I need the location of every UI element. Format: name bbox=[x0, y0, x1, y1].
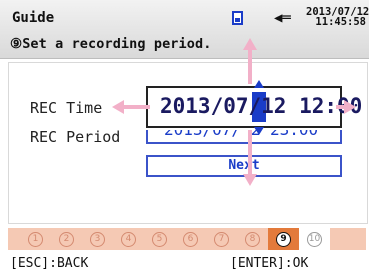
step-number: 4 bbox=[121, 231, 136, 247]
decrement-icon[interactable] bbox=[254, 127, 264, 135]
step-number: 9 bbox=[276, 231, 291, 247]
arrow-left-icon bbox=[112, 100, 124, 114]
step-number: 1 bbox=[28, 231, 43, 247]
rec-time-value: 2013/07/12 12:00 bbox=[160, 94, 363, 118]
step-instruction: ⑨Set a recording period. bbox=[10, 36, 212, 52]
step-item: 1 bbox=[20, 228, 51, 250]
ac-plug-icon: ◀═ bbox=[274, 10, 291, 26]
arrow-up-icon bbox=[243, 38, 257, 50]
step-item-active: 9 bbox=[268, 228, 299, 250]
step-number: 5 bbox=[152, 231, 167, 247]
header-bar: Guide ◀═ 2013/07/12 11:45:58 ⑨Set a reco… bbox=[0, 0, 369, 59]
rec-time-field[interactable]: 2013/07/12 12:00 bbox=[146, 86, 362, 128]
step-number: 7 bbox=[214, 231, 229, 247]
step-number: 10 bbox=[307, 231, 322, 247]
step-item: 3 bbox=[82, 228, 113, 250]
arrow-right-icon bbox=[344, 100, 356, 114]
step-number: 8 bbox=[245, 231, 260, 247]
increment-icon[interactable] bbox=[254, 80, 264, 88]
rec-period-label: REC Period bbox=[30, 128, 121, 146]
rec-period-field[interactable]: 2013/07/ 2 23:00 bbox=[146, 128, 342, 144]
step-item: 7 bbox=[206, 228, 237, 250]
hint-arrow-down bbox=[248, 130, 252, 176]
step-item: 6 bbox=[175, 228, 206, 250]
step-number: 6 bbox=[183, 231, 198, 247]
step-item: 4 bbox=[113, 228, 144, 250]
ok-hint[interactable]: [ENTER]:OK bbox=[230, 256, 308, 271]
step-number: 2 bbox=[59, 231, 74, 247]
rec-period-value: 2013/07/ 2 23:00 bbox=[164, 128, 319, 139]
rec-time-label: REC Time bbox=[30, 99, 103, 117]
hint-arrow-left bbox=[120, 105, 150, 109]
step-item: 8 bbox=[237, 228, 268, 250]
step-number: 3 bbox=[90, 231, 105, 247]
step-item: 5 bbox=[144, 228, 175, 250]
battery-icon bbox=[232, 11, 243, 25]
guide-title: Guide bbox=[12, 10, 55, 26]
hint-arrow-up bbox=[248, 48, 252, 84]
back-hint[interactable]: [ESC]:BACK bbox=[10, 256, 88, 271]
step-item: 10 bbox=[299, 228, 330, 250]
arrow-down-icon bbox=[243, 174, 257, 186]
footer-bar: [ESC]:BACK [ENTER]:OK bbox=[0, 253, 369, 275]
guide-screen: Guide ◀═ 2013/07/12 11:45:58 ⑨Set a reco… bbox=[0, 0, 369, 275]
clock-time: 11:45:58 bbox=[315, 16, 366, 28]
step-progress-bar: 1 2 3 4 5 6 7 8 9 10 bbox=[8, 228, 366, 250]
step-item: 2 bbox=[51, 228, 82, 250]
clock: 2013/07/12 11:45:58 bbox=[306, 7, 369, 28]
